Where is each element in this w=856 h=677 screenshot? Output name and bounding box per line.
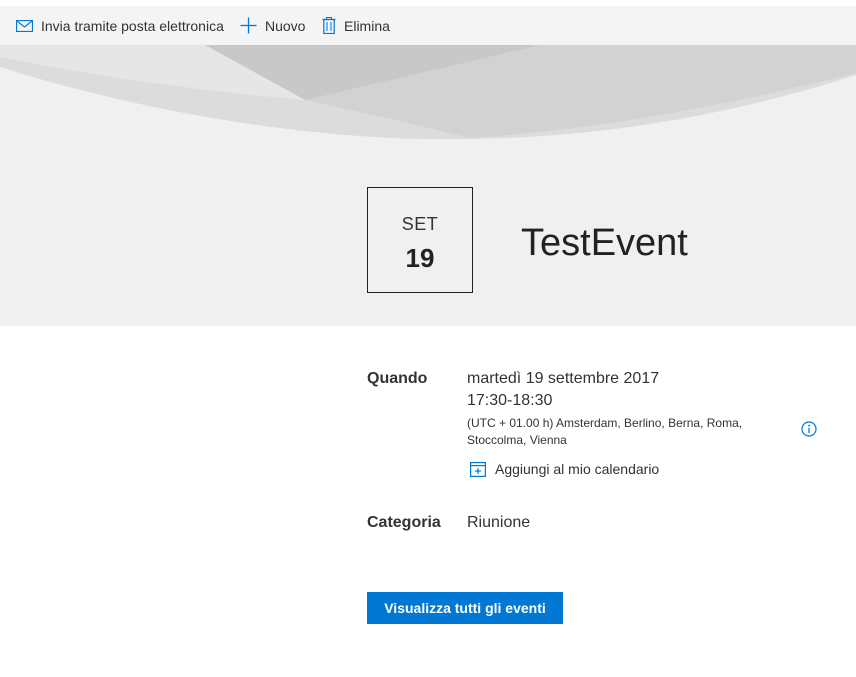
mail-icon — [16, 19, 33, 32]
event-month: SET — [401, 214, 439, 234]
trash-icon — [322, 17, 336, 34]
add-to-calendar-link[interactable]: Aggiungi al mio calendario — [470, 461, 659, 477]
event-day: 19 — [405, 243, 435, 273]
timezone-line-1: (UTC + 01.00 h) Amsterdam, Berlino, Bern… — [467, 416, 743, 430]
event-date-tile: SET 19 — [367, 187, 473, 293]
event-header-banner: SET 19 TestEvent — [0, 45, 856, 326]
plus-icon — [240, 17, 257, 34]
when-label: Quando — [367, 370, 428, 387]
command-bar: Invia tramite posta elettronica Nuovo El… — [0, 6, 856, 45]
category-label: Categoria — [367, 514, 441, 531]
add-to-calendar-label: Aggiungi al mio calendario — [495, 461, 660, 477]
send-email-button[interactable]: Invia tramite posta elettronica — [16, 6, 224, 45]
event-time-text: 17:30-18:30 — [467, 392, 553, 409]
calendar-add-icon — [470, 461, 486, 477]
delete-button[interactable]: Elimina — [322, 6, 390, 45]
info-icon[interactable] — [801, 421, 817, 442]
send-email-label: Invia tramite posta elettronica — [41, 17, 224, 34]
view-all-events-button[interactable]: Visualizza tutti gli eventi — [367, 592, 563, 624]
event-date-text: martedì 19 settembre 2017 — [467, 370, 660, 387]
event-title: TestEvent — [521, 222, 688, 264]
new-button[interactable]: Nuovo — [240, 6, 305, 45]
delete-label: Elimina — [344, 17, 390, 34]
timezone-line-2: Stoccolma, Vienna — [467, 433, 567, 447]
category-value: Riunione — [467, 514, 531, 531]
new-label: Nuovo — [265, 17, 306, 34]
